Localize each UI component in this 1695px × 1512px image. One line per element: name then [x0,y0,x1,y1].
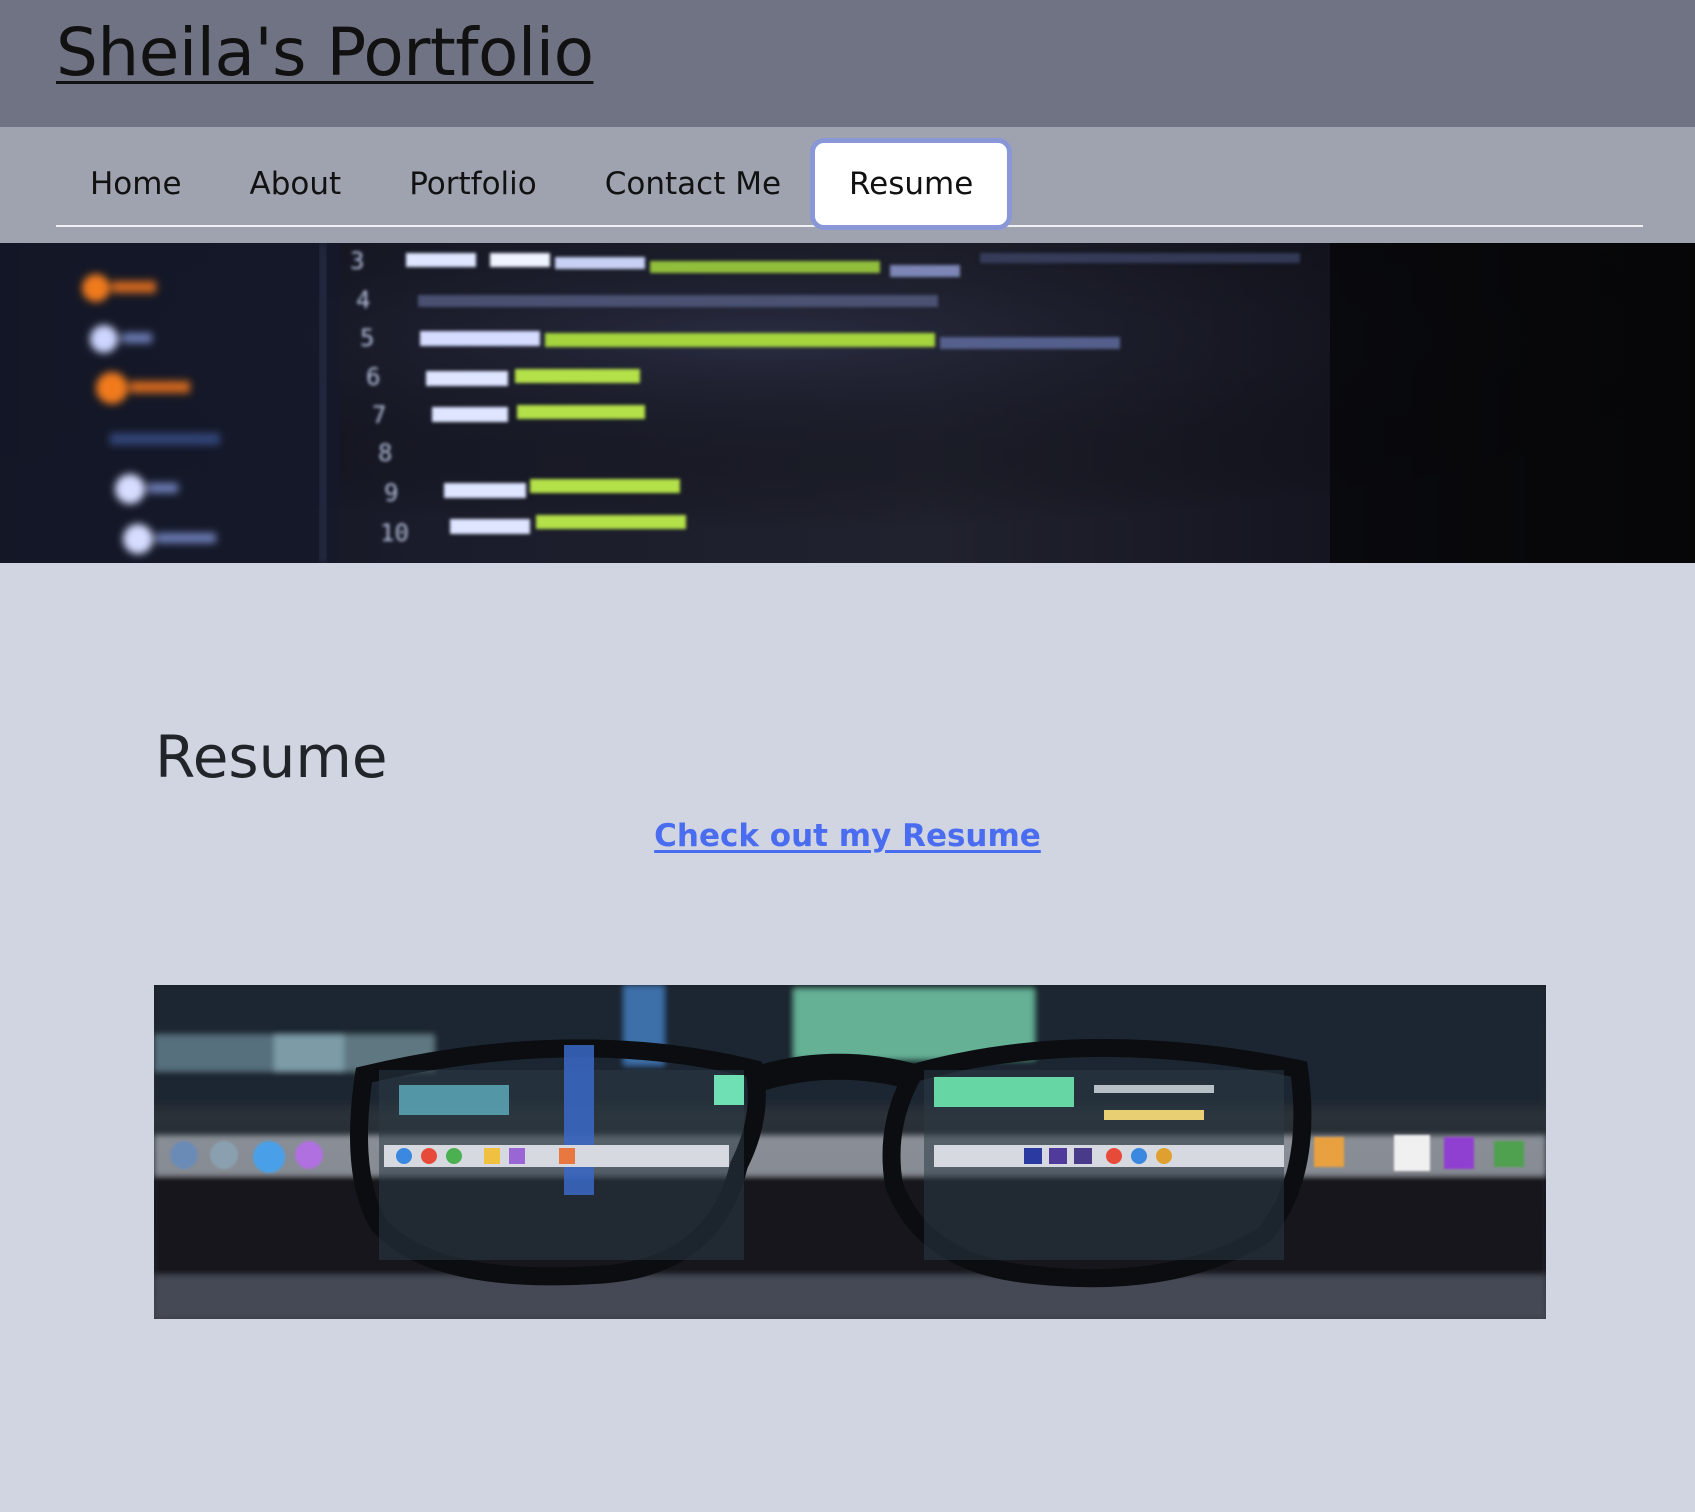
site-title-link[interactable]: Sheila's Portfolio [56,14,594,91]
site-header: Sheila's Portfolio [0,0,1695,127]
nav-divider [56,225,1643,227]
svg-text:5: 5 [360,324,374,352]
svg-text:6: 6 [366,363,380,391]
svg-text:8: 8 [378,439,392,467]
svg-text:3: 3 [350,247,364,275]
resume-link-wrapper: Check out my Resume [0,818,1695,854]
page-title: Resume [155,723,388,791]
hero-code-image: 3 4 5 6 7 8 9 10 [0,243,1695,563]
tab-about[interactable]: About [216,145,376,225]
svg-text:7: 7 [372,401,386,429]
svg-text:10: 10 [380,519,409,547]
nav-bar: Home About Portfolio Contact Me Resume [0,127,1695,243]
svg-text:9: 9 [384,479,398,507]
nav-tabs: Home About Portfolio Contact Me Resume [56,143,1008,225]
tab-resume[interactable]: Resume [815,143,1008,225]
code-editor-photo: 3 4 5 6 7 8 9 10 [0,243,1695,563]
resume-link[interactable]: Check out my Resume [654,818,1041,854]
tab-portfolio[interactable]: Portfolio [375,145,571,225]
glasses-screen-image [154,985,1546,1319]
tab-home[interactable]: Home [56,145,216,225]
glasses-photo [154,985,1546,1319]
svg-text:4: 4 [356,286,370,314]
tab-contact-me[interactable]: Contact Me [571,145,815,225]
